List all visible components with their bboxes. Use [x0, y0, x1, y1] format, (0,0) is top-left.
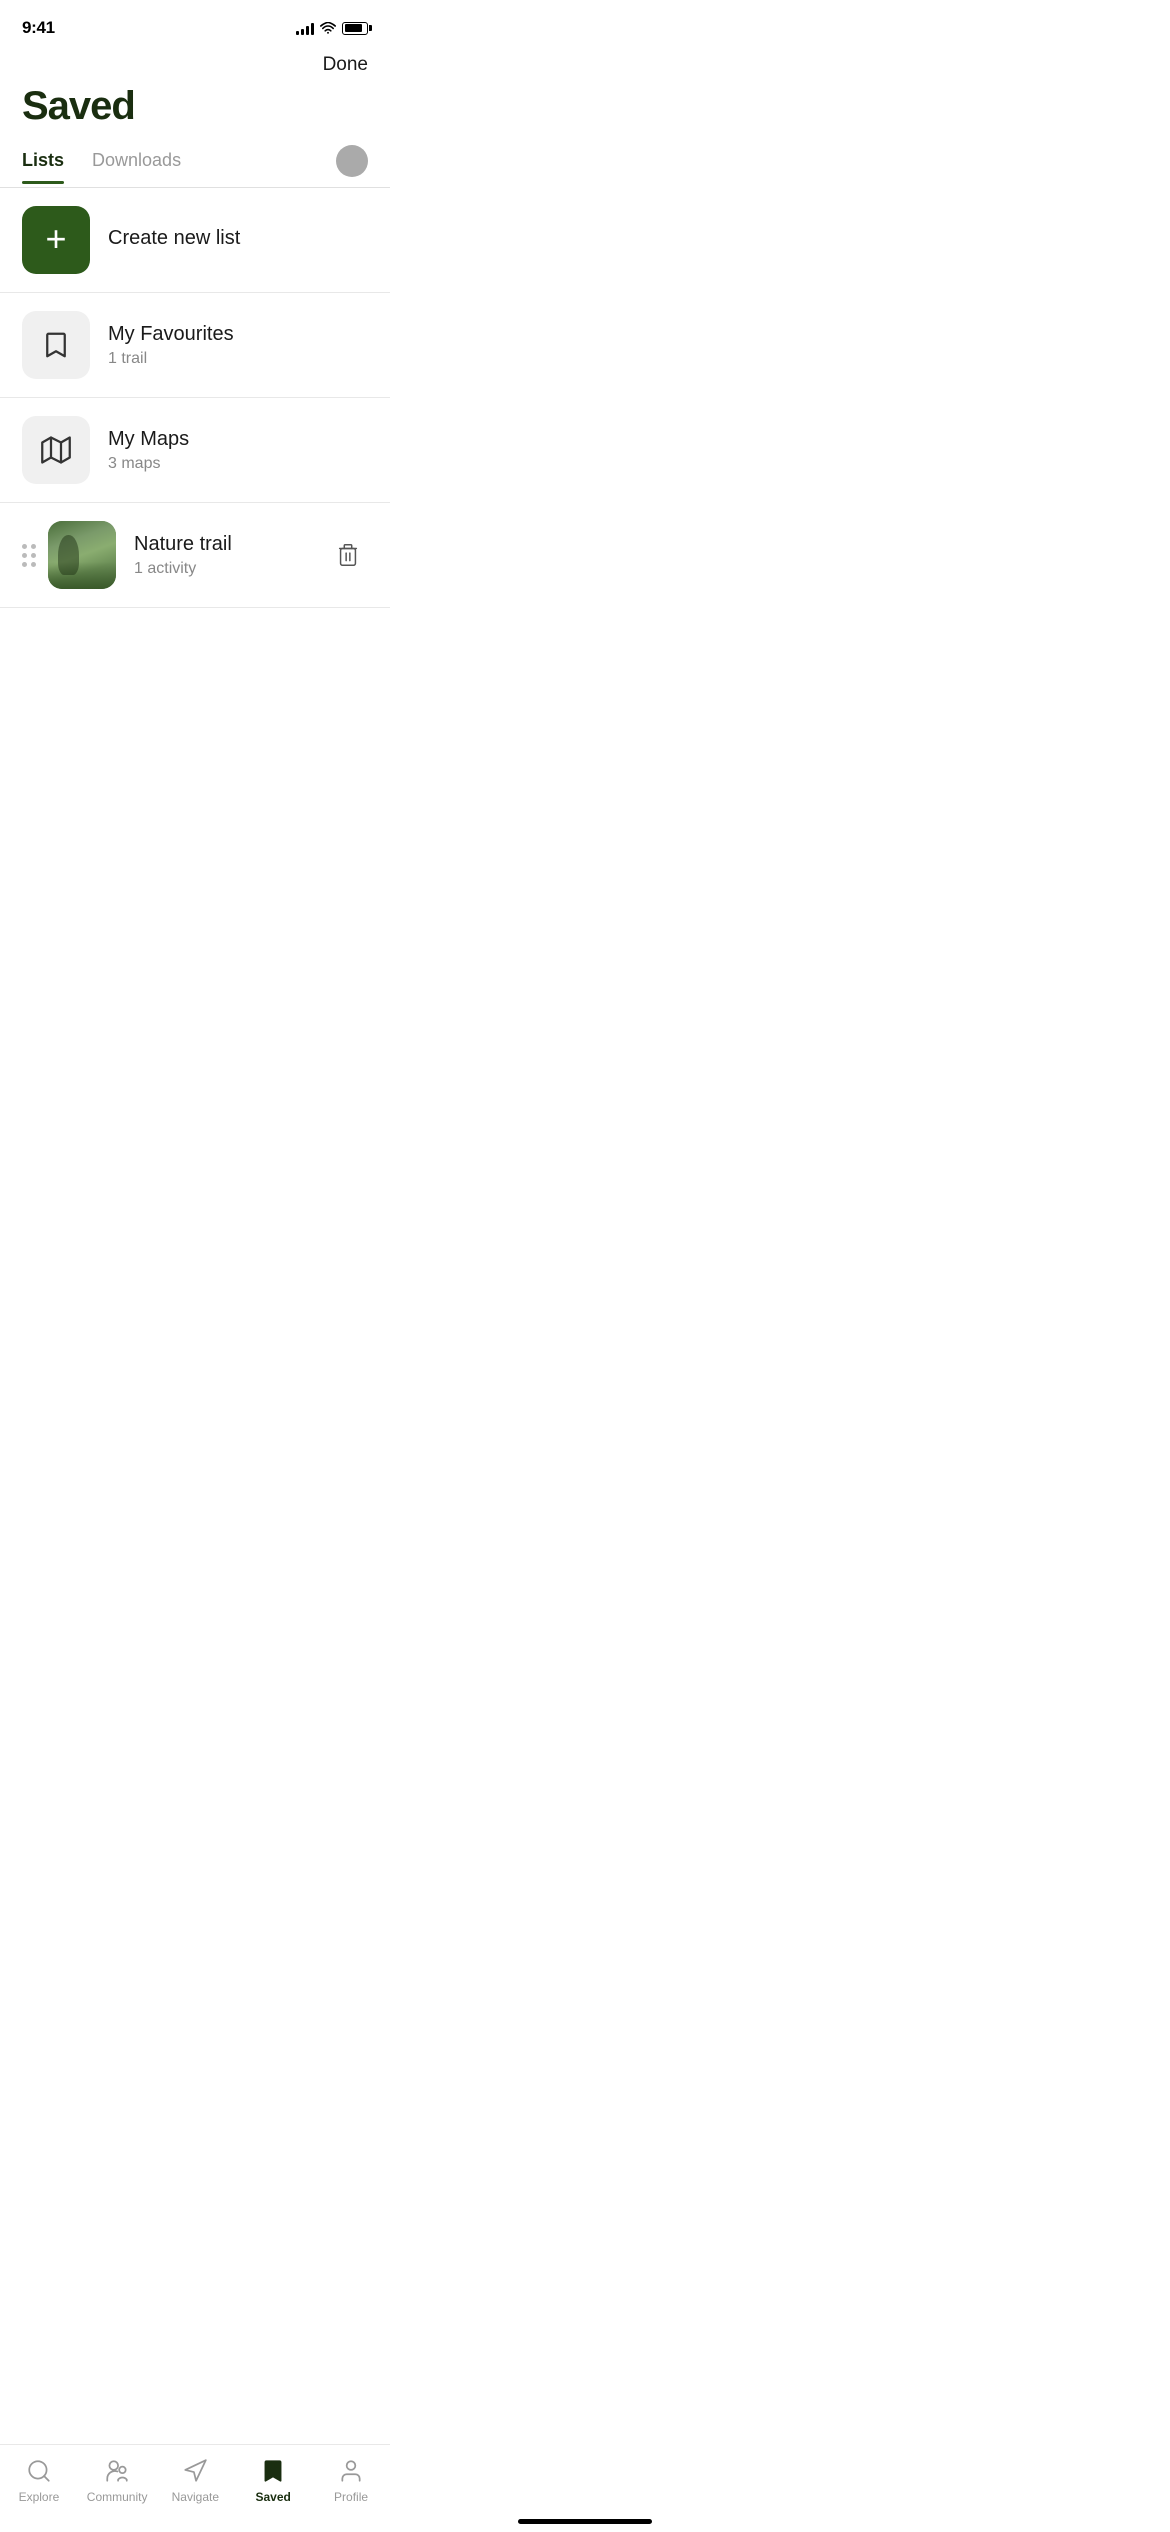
maps-label: My Maps [108, 428, 368, 451]
explore-label: Explore [19, 2490, 60, 2504]
nav-explore[interactable]: Explore [9, 2457, 69, 2504]
status-icons [296, 21, 368, 35]
my-maps-item[interactable]: My Maps 3 maps [0, 398, 390, 503]
profile-label: Profile [334, 2490, 368, 2504]
maps-icon-box [22, 416, 90, 484]
create-new-list-item[interactable]: + Create new list [0, 188, 390, 293]
bottom-nav: Explore Community Navigate Saved [0, 2444, 390, 2532]
bookmark-icon [41, 330, 71, 360]
maps-info: My Maps 3 maps [108, 428, 368, 473]
status-bar: 9:41 [0, 0, 390, 50]
nature-trail-info: Nature trail 1 activity [134, 533, 328, 578]
header: Done [0, 50, 390, 76]
content-area: + Create new list My Favourites 1 trail [0, 188, 390, 708]
tab-lists[interactable]: Lists [22, 150, 64, 183]
favourites-icon-box [22, 311, 90, 379]
navigate-icon [181, 2457, 209, 2485]
plus-icon: + [45, 221, 66, 257]
favourites-label: My Favourites [108, 323, 368, 346]
done-button[interactable]: Done [323, 54, 368, 76]
create-list-label: Create new list [108, 227, 368, 250]
tab-downloads[interactable]: Downloads [92, 150, 181, 183]
community-label: Community [87, 2490, 148, 2504]
create-list-info: Create new list [108, 227, 368, 254]
nature-trail-image [48, 521, 116, 589]
nature-trail-label: Nature trail [134, 533, 328, 556]
edit-circle[interactable] [336, 145, 368, 177]
favourites-info: My Favourites 1 trail [108, 323, 368, 368]
nav-profile[interactable]: Profile [321, 2457, 381, 2504]
list-container: + Create new list My Favourites 1 trail [0, 188, 390, 608]
create-icon: + [22, 206, 90, 274]
status-time: 9:41 [22, 18, 55, 38]
favourites-meta: 1 trail [108, 350, 368, 368]
saved-icon [259, 2457, 287, 2485]
page-title: Saved [0, 76, 390, 129]
nature-trail-thumbnail [48, 521, 116, 589]
community-icon [103, 2457, 131, 2485]
maps-meta: 3 maps [108, 455, 368, 473]
delete-button[interactable] [328, 535, 368, 575]
navigate-label: Navigate [172, 2490, 219, 2504]
profile-icon [337, 2457, 365, 2485]
signal-icon [296, 21, 314, 35]
explore-icon [25, 2457, 53, 2485]
nature-trail-meta: 1 activity [134, 560, 328, 578]
my-favourites-item[interactable]: My Favourites 1 trail [0, 293, 390, 398]
trash-icon [336, 542, 360, 568]
nav-navigate[interactable]: Navigate [165, 2457, 225, 2504]
nav-saved[interactable]: Saved [243, 2457, 303, 2504]
drag-handle[interactable] [22, 544, 36, 567]
wifi-icon [320, 22, 336, 34]
saved-label: Saved [256, 2490, 291, 2504]
map-icon [41, 435, 71, 465]
nav-community[interactable]: Community [87, 2457, 148, 2504]
battery-icon [342, 22, 368, 35]
tabs-container: Lists Downloads [0, 129, 390, 188]
home-indicator [518, 2519, 652, 2524]
nature-trail-item[interactable]: Nature trail 1 activity [0, 503, 390, 608]
